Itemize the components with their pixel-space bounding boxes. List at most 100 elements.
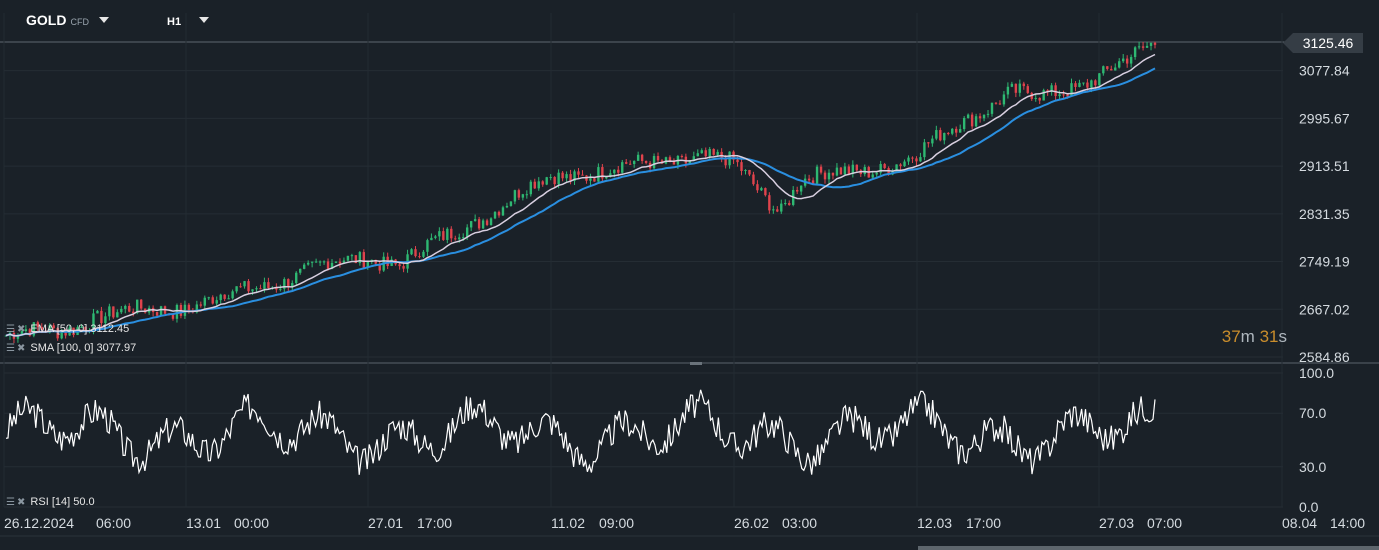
candle (1030, 91, 1033, 101)
candle (883, 162, 886, 170)
candle (875, 171, 878, 177)
candle (855, 164, 859, 172)
candle (1102, 65, 1105, 76)
candle (947, 131, 950, 136)
candle (96, 310, 99, 314)
candle (473, 214, 477, 222)
candle (1110, 65, 1113, 71)
candle (501, 205, 505, 216)
ema-line (5, 53, 1156, 337)
rsi-tick-label: 0.0 (1299, 499, 1319, 515)
candle (990, 102, 994, 117)
candle (112, 306, 115, 319)
time-tick-label: 11.02 (551, 515, 585, 531)
candle (982, 114, 986, 122)
price-tick-label: 2584.86 (1299, 349, 1350, 365)
candle-countdown: 37m 31s (1222, 327, 1287, 347)
candle (299, 268, 302, 275)
candle (247, 279, 250, 294)
candle (235, 286, 238, 294)
candle (974, 113, 978, 128)
candle (700, 148, 703, 154)
candle (827, 169, 831, 184)
close-icon[interactable]: ✖ (17, 324, 25, 335)
chevron-down-icon (98, 17, 109, 23)
candle (454, 235, 457, 241)
rsi-line (5, 389, 1156, 475)
symbol-selector[interactable]: GOLD CFD (26, 12, 109, 28)
candle (402, 263, 405, 273)
candle (1002, 91, 1006, 107)
candle (322, 260, 326, 265)
rsi-legend: ☰ ✖ RSI [14] 50.0 (6, 496, 95, 508)
chevron-down-icon (199, 17, 210, 23)
candle (859, 168, 862, 177)
candle (481, 218, 485, 230)
price-chart[interactable]: 3077.84 2995.67 2913.51 2831.35 2749.19 2667.… (0, 0, 1379, 550)
close-icon[interactable]: ✖ (17, 343, 25, 354)
candle (1062, 90, 1065, 98)
candle (139, 299, 143, 311)
current-price-tag: 3125.46 (1283, 33, 1363, 53)
candle (1038, 97, 1041, 104)
candle (1114, 63, 1117, 71)
candle (994, 102, 998, 105)
candle (807, 174, 811, 183)
candle (438, 227, 441, 241)
candle (799, 185, 803, 196)
price-tick-label: 2831.35 (1299, 206, 1350, 222)
candle (358, 251, 362, 266)
price-tick-label: 3077.84 (1299, 63, 1350, 79)
candle (1078, 79, 1081, 88)
candle (302, 262, 306, 270)
candle (469, 220, 473, 232)
time-tick-label: 26.12.2024 (4, 515, 74, 531)
candle (231, 289, 234, 300)
price-tick-label: 2667.02 (1299, 301, 1350, 317)
candle (628, 160, 632, 165)
candle (712, 148, 715, 156)
candle (986, 110, 990, 118)
candle (211, 295, 214, 305)
candle (219, 293, 222, 304)
settings-icon[interactable]: ☰ (6, 343, 15, 354)
candle (108, 303, 111, 321)
candle (549, 174, 552, 181)
symbol-type-label: CFD (70, 17, 89, 27)
candle (382, 252, 385, 272)
candle (1137, 41, 1141, 50)
candle (346, 255, 350, 262)
candle (939, 127, 942, 142)
candle (561, 171, 564, 182)
candle (585, 175, 588, 184)
candle (943, 132, 946, 145)
settings-icon[interactable]: ☰ (6, 324, 15, 335)
time-tick-label: 03:00 (782, 515, 817, 531)
candle (752, 171, 755, 186)
rsi-legend-label: RSI [14] 50.0 (30, 496, 95, 508)
sma-line (5, 67, 1156, 337)
close-icon[interactable]: ✖ (17, 497, 25, 508)
candle (1121, 54, 1125, 63)
candle (839, 167, 843, 175)
pane-resize-handle[interactable] (690, 362, 702, 365)
horizontal-scrollbar[interactable] (918, 546, 1379, 550)
time-tick-label: 08.04 (1282, 515, 1317, 531)
candle (1010, 81, 1014, 88)
candle (1014, 83, 1018, 98)
timeframe-selector[interactable]: H1 (167, 16, 210, 28)
candle (283, 277, 286, 293)
candle (338, 258, 342, 268)
candle (1026, 83, 1029, 94)
candle (116, 309, 119, 318)
candle (768, 192, 771, 214)
candle (422, 249, 425, 259)
candle (493, 211, 497, 220)
candle (823, 170, 827, 184)
candle (879, 160, 882, 176)
settings-icon[interactable]: ☰ (6, 497, 15, 508)
time-tick-label: 17:00 (966, 515, 1001, 531)
candle (919, 152, 922, 162)
candle (795, 186, 799, 195)
candle (831, 172, 835, 180)
